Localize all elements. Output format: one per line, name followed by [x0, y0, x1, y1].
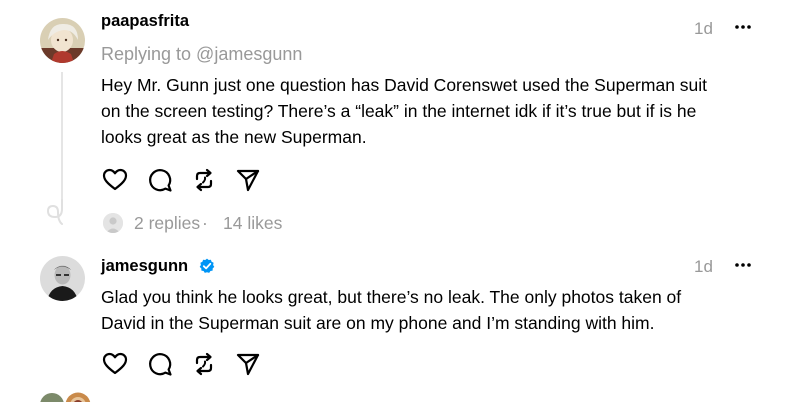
- post-body-line: Glad you think he looks great, but there…: [101, 287, 682, 307]
- reply-button[interactable]: [146, 166, 174, 194]
- reply-button[interactable]: [146, 350, 174, 378]
- repost-icon: [195, 168, 213, 192]
- avatar[interactable]: [40, 256, 85, 301]
- send-icon: [236, 169, 260, 192]
- post-body-line: looks great as the new Superman.: [101, 127, 367, 147]
- speech-bubble-icon: [149, 353, 172, 376]
- post-body-line: Hey Mr. Gunn just one question has David…: [101, 75, 708, 95]
- username[interactable]: jamesgunn: [101, 257, 188, 276]
- avatar: [103, 213, 123, 233]
- send-icon: [236, 353, 260, 376]
- more-horizontal-icon[interactable]: [734, 22, 752, 32]
- like-button[interactable]: [101, 166, 129, 194]
- share-button[interactable]: [234, 350, 262, 378]
- reply-post: paapasfrita Replying to @jamesgunn 1d He…: [0, 0, 791, 225]
- heart-icon: [102, 352, 128, 375]
- post-body: Hey Mr. Gunn just one question has David…: [101, 72, 761, 150]
- like-button[interactable]: [101, 350, 129, 378]
- post-body: Glad you think he looks great, but there…: [101, 284, 761, 336]
- more-horizontal-icon[interactable]: [734, 260, 752, 270]
- reply-post: jamesgunn 1d Glad you think he looks gre…: [0, 246, 791, 386]
- avatar[interactable]: [40, 18, 85, 63]
- post-body-line: on the screen testing? There’s a “leak” …: [101, 101, 697, 121]
- thread-curl-icon: [46, 199, 63, 225]
- repost-button[interactable]: [190, 350, 218, 378]
- verified-badge-icon: [199, 258, 215, 273]
- timestamp[interactable]: 1d: [694, 257, 713, 277]
- heart-icon: [102, 168, 128, 191]
- username[interactable]: paapasfrita: [101, 12, 189, 31]
- replies-count[interactable]: 2 replies: [134, 213, 200, 234]
- reply-avatars-stack[interactable]: [38, 385, 98, 402]
- repost-button[interactable]: [190, 166, 218, 194]
- stats-separator: ·: [202, 213, 208, 233]
- thread-view: paapasfrita Replying to @jamesgunn 1d He…: [0, 0, 791, 402]
- thread-line: [61, 72, 63, 200]
- repost-icon: [195, 352, 213, 376]
- likes-count[interactable]: 14 likes: [223, 213, 282, 234]
- post-body-line: David in the Superman suit are on my pho…: [101, 313, 655, 333]
- share-button[interactable]: [234, 166, 262, 194]
- timestamp[interactable]: 1d: [694, 19, 713, 39]
- speech-bubble-icon: [149, 169, 172, 192]
- replying-to[interactable]: Replying to @jamesgunn: [101, 44, 302, 65]
